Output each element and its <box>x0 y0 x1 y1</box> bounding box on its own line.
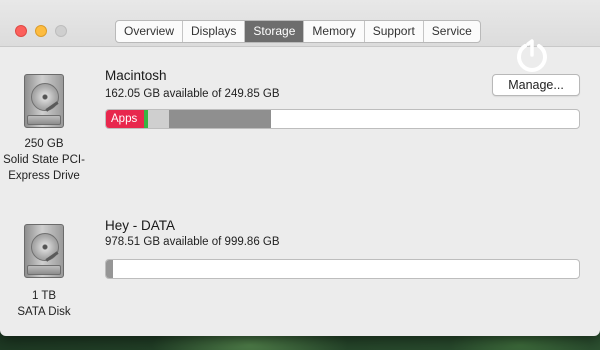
close-button-icon[interactable] <box>15 25 27 37</box>
drive-1-type-line1: Solid State PCI- <box>3 154 85 166</box>
manage-button[interactable]: Manage... <box>492 74 580 96</box>
drive-2-availability: 978.51 GB available of 999.86 GB <box>105 236 280 248</box>
tab-bar: Overview Displays Storage Memory Support… <box>115 20 481 43</box>
drive-2-name: Hey - DATA <box>105 218 176 233</box>
storage-segment-dark-gray[interactable] <box>169 110 271 128</box>
storage-segment-used[interactable] <box>106 260 113 278</box>
hard-drive-icon <box>22 220 66 280</box>
watermark-logo-icon <box>517 39 547 72</box>
drive-1-capacity: 250 GB <box>24 138 64 150</box>
zoom-button-icon[interactable] <box>55 25 67 37</box>
tab-service[interactable]: Service <box>424 21 480 42</box>
storage-segment-light-gray[interactable] <box>148 110 169 128</box>
drive-2-storage-bar <box>105 259 580 279</box>
drive-1-name: Macintosh <box>105 68 167 83</box>
drive-2-caption: 1 TB SATA Disk <box>0 288 99 320</box>
tab-memory[interactable]: Memory <box>304 21 365 42</box>
drive-1-storage-bar: Apps <box>105 109 580 129</box>
drive-1-availability: 162.05 GB available of 249.85 GB <box>105 88 280 100</box>
tab-support[interactable]: Support <box>365 21 424 42</box>
tab-overview[interactable]: Overview <box>116 21 184 42</box>
minimize-button-icon[interactable] <box>35 25 47 37</box>
storage-segment-apps[interactable]: Apps <box>106 110 144 128</box>
tab-storage[interactable]: Storage <box>245 21 305 42</box>
about-this-mac-window: Overview Displays Storage Memory Support… <box>0 0 600 336</box>
drive-2-capacity: 1 TB <box>31 290 57 302</box>
drive-1-type-line2: Express Drive <box>8 170 80 182</box>
hard-drive-icon <box>22 70 66 130</box>
title-bar: Overview Displays Storage Memory Support… <box>0 0 600 47</box>
tab-displays[interactable]: Displays <box>183 21 246 42</box>
drive-2-type: SATA Disk <box>17 306 71 318</box>
drive-1-caption: 250 GB Solid State PCI- Express Drive <box>0 136 99 184</box>
